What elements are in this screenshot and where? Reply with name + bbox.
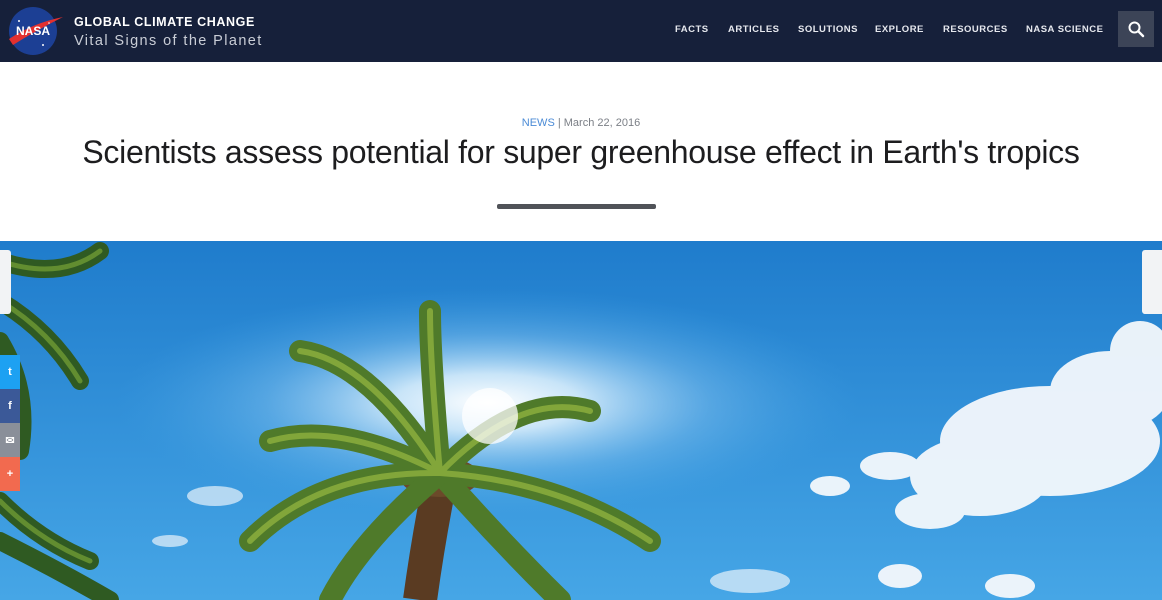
article-meta: NEWS | March 22, 2016	[0, 117, 1162, 129]
nav-solutions[interactable]: SOLUTIONS	[798, 24, 858, 35]
main-nav: FACTS ARTICLES SOLUTIONS EXPLORE RESOURC…	[0, 0, 1162, 62]
nav-nasa-science[interactable]: NASA SCIENCE	[1026, 24, 1103, 35]
more-share-button[interactable]: +	[0, 457, 20, 491]
article-category-link[interactable]: NEWS	[522, 117, 555, 129]
palm-tree-sky-photo	[0, 241, 1162, 600]
nav-resources[interactable]: RESOURCES	[943, 24, 1008, 35]
nav-explore[interactable]: EXPLORE	[875, 24, 924, 35]
email-share-button[interactable]: ✉	[0, 423, 20, 457]
search-icon	[1128, 21, 1145, 38]
facebook-icon: f	[8, 400, 12, 412]
more-icon: +	[6, 468, 14, 480]
article-date: March 22, 2016	[563, 117, 641, 129]
meta-separator: |	[557, 117, 561, 129]
facebook-share-button[interactable]: f	[0, 389, 20, 423]
site-header: NASA GLOBAL CLIMATE CHANGE Vital Signs o…	[0, 0, 1162, 62]
search-button[interactable]	[1118, 11, 1154, 47]
article-headline: Scientists assess potential for super gr…	[82, 134, 1080, 170]
twitter-icon: t	[8, 366, 12, 378]
hero-image	[0, 241, 1162, 600]
email-icon: ✉	[5, 434, 15, 447]
nav-articles[interactable]: ARTICLES	[728, 24, 780, 35]
twitter-share-button[interactable]: t	[0, 355, 20, 389]
next-tab[interactable]	[1142, 250, 1162, 314]
prev-tab	[0, 250, 11, 314]
share-bar: t f ✉ +	[0, 355, 22, 491]
nav-facts[interactable]: FACTS	[675, 24, 709, 35]
headline-divider	[497, 204, 656, 209]
